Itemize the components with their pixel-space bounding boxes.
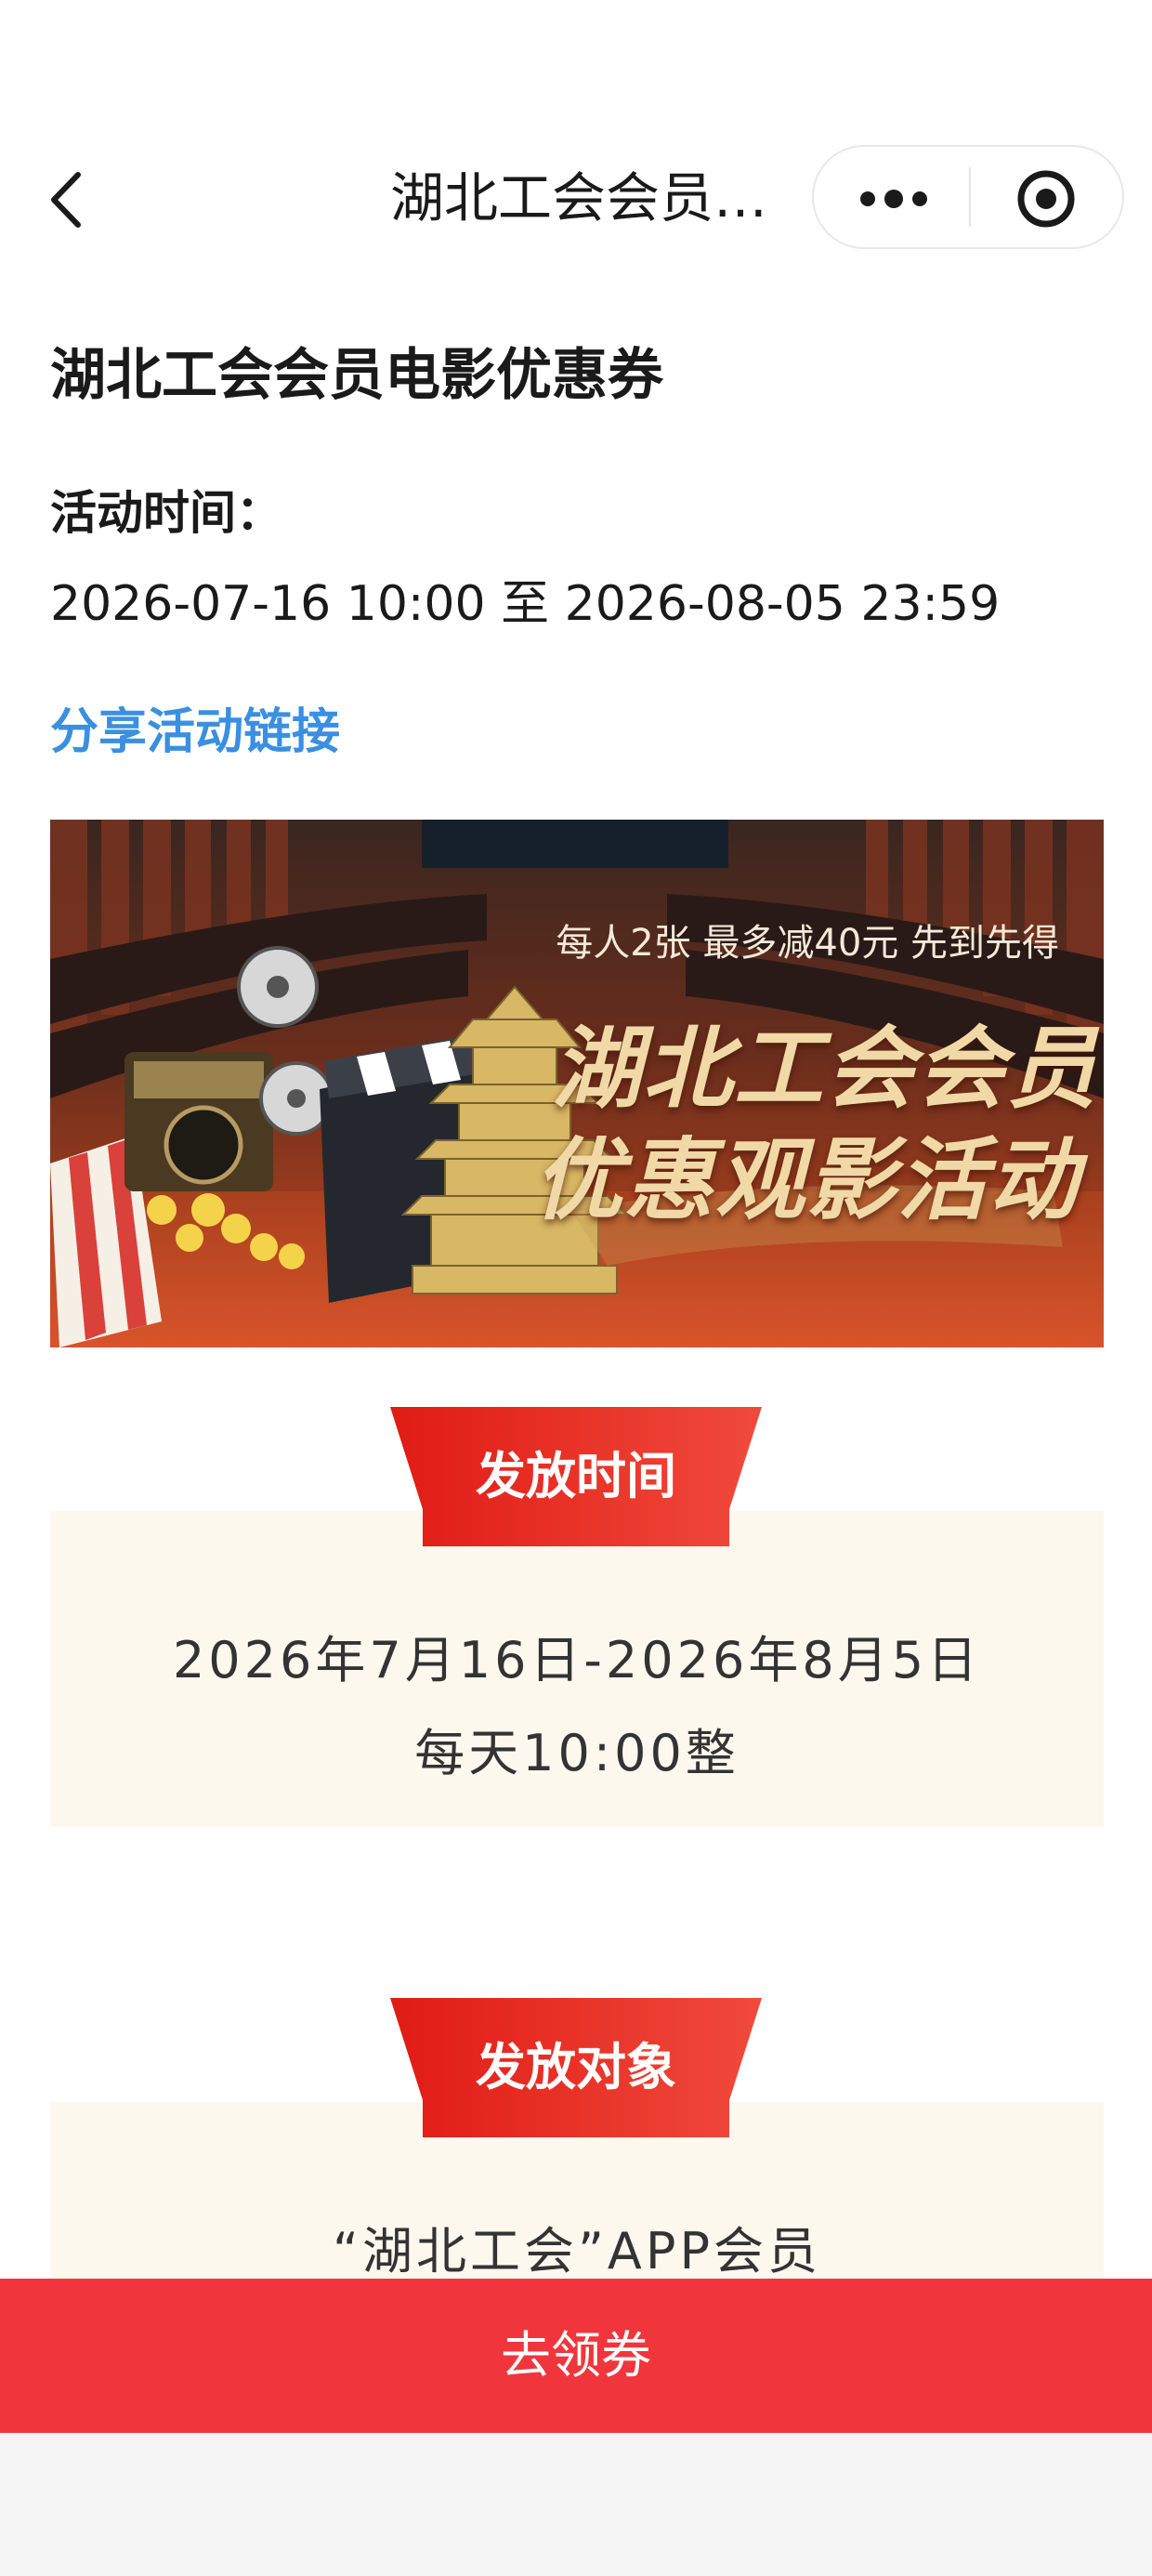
bottom-safe-area — [0, 2433, 1152, 2576]
more-dots-icon — [860, 190, 927, 208]
nav-title: 湖北工会会员… — [390, 166, 768, 230]
capsule-divider — [969, 167, 971, 227]
activity-time-label: 活动时间： — [50, 486, 282, 540]
target-audience-text: “湖北工会”APP会员 — [332, 2222, 822, 2280]
chevron-left-icon — [51, 172, 81, 228]
target-close-icon — [1017, 170, 1075, 228]
target-audience-ribbon: 发放对象 — [390, 1998, 762, 2137]
activity-time-range: 2026-07-16 10:00 至 2026-08-05 23:59 — [50, 576, 1001, 632]
share-activity-link[interactable]: 分享活动链接 — [50, 695, 340, 769]
release-daily-time: 每天10:00整 — [414, 1724, 740, 1782]
navigation-bar: 湖北工会会员… — [0, 139, 1152, 260]
promo-banner: 每人2张 最多减40元 先到先得 湖北工会会员 优惠观影活动 — [50, 820, 1104, 1347]
back-button[interactable] — [37, 167, 102, 232]
page-title: 湖北工会会员电影优惠券 — [50, 343, 663, 408]
mini-program-capsule — [812, 145, 1124, 249]
target-audience-heading: 发放对象 — [476, 2038, 676, 2096]
get-coupon-button[interactable]: 去领券 — [0, 2279, 1152, 2433]
release-time-box: 2026年7月16日-2026年8月5日 每天10:00整 — [50, 1511, 1104, 1827]
close-button[interactable] — [972, 147, 1124, 247]
release-time-heading: 发放时间 — [476, 1447, 676, 1505]
more-button[interactable] — [814, 147, 968, 247]
release-time-ribbon: 发放时间 — [390, 1407, 762, 1546]
banner-headline-line1: 湖北工会会员 — [552, 1017, 1098, 1121]
release-date-range: 2026年7月16日-2026年8月5日 — [172, 1631, 982, 1689]
banner-subtitle: 每人2张 最多减40元 先到先得 — [556, 922, 1059, 965]
banner-headline-line2: 优惠观影活动 — [533, 1128, 1080, 1232]
status-bar — [0, 0, 1152, 139]
